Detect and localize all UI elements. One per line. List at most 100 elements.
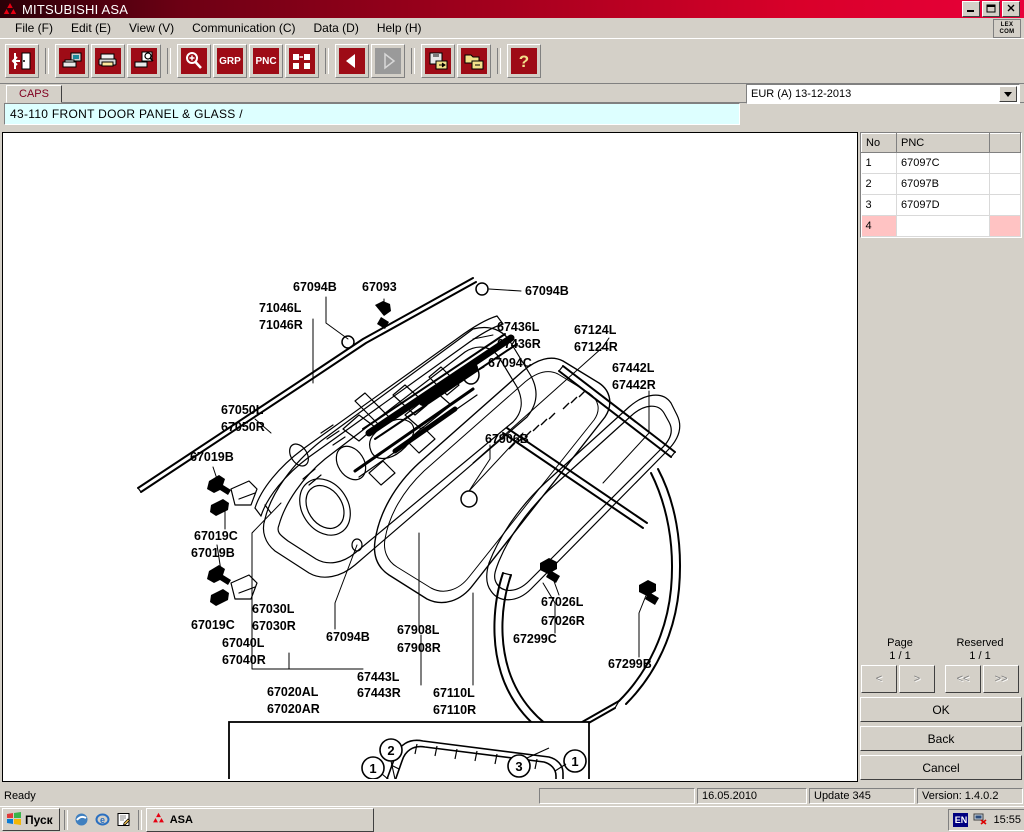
pnc-button[interactable]: PNC bbox=[249, 44, 283, 78]
diagram-label-18: 67030L bbox=[252, 602, 295, 616]
print-button[interactable] bbox=[91, 44, 125, 78]
menu-file[interactable]: File (F) bbox=[6, 19, 62, 37]
back-button[interactable]: Back bbox=[860, 726, 1022, 751]
first-page-button[interactable]: << bbox=[945, 665, 981, 693]
svg-text:?: ? bbox=[519, 52, 529, 71]
close-button[interactable] bbox=[1002, 1, 1020, 17]
floppy-disk-icon bbox=[425, 48, 451, 74]
windows-flag-icon bbox=[6, 811, 22, 829]
system-tray: EN 15:55 bbox=[948, 808, 1024, 831]
status-version: Version: 1.4.0.2 bbox=[917, 788, 1023, 804]
prev-page-button[interactable]: < bbox=[861, 665, 897, 693]
chevron-down-icon[interactable] bbox=[999, 86, 1017, 102]
diagram-label-32: 67026L bbox=[541, 595, 584, 609]
pnc-cell-pnc bbox=[896, 215, 990, 237]
pnc-header-extra[interactable] bbox=[989, 133, 1021, 153]
window-controls bbox=[962, 1, 1022, 17]
tile-icon bbox=[289, 48, 315, 74]
diagram-label-14: 67906B bbox=[485, 432, 529, 446]
lexcom-line1: LEX bbox=[1000, 21, 1014, 28]
printer-icon bbox=[95, 48, 121, 74]
zoom-button[interactable] bbox=[177, 44, 211, 78]
forward-button[interactable] bbox=[371, 44, 405, 78]
ok-button[interactable]: OK bbox=[860, 697, 1022, 722]
language-indicator[interactable]: EN bbox=[953, 812, 969, 827]
pager-panel: Page 1 / 1 Reserved 1 / 1 < > << >> OK B… bbox=[860, 635, 1022, 780]
print-preview-button[interactable] bbox=[127, 44, 161, 78]
next-page-button[interactable]: > bbox=[899, 665, 935, 693]
menu-data[interactable]: Data (D) bbox=[305, 19, 368, 37]
toolbar-separator bbox=[167, 48, 171, 74]
diagram-label-11: 67442R bbox=[612, 378, 656, 392]
maximize-button[interactable] bbox=[982, 1, 1000, 17]
last-page-button[interactable]: >> bbox=[983, 665, 1019, 693]
table-row[interactable]: 1 67097C bbox=[861, 152, 1021, 174]
status-blank bbox=[539, 788, 695, 804]
help-button[interactable]: ? bbox=[507, 44, 541, 78]
print-screen-button[interactable] bbox=[55, 44, 89, 78]
show-desktop-icon[interactable] bbox=[74, 812, 90, 828]
pnc-cell-no: 3 bbox=[861, 194, 897, 216]
menu-edit[interactable]: Edit (E) bbox=[62, 19, 120, 37]
parts-diagram[interactable]: 2 1 3 1 2 1 2 3 bbox=[2, 132, 858, 782]
diagram-label-0: 67094B bbox=[293, 280, 337, 294]
status-date: 16.05.2010 bbox=[697, 788, 807, 804]
diagram-label-12: 67050L bbox=[221, 403, 264, 417]
catalog-select[interactable]: EUR (A) 13-12-2013 bbox=[746, 84, 1020, 104]
table-row-selected[interactable]: 4 bbox=[861, 215, 1021, 237]
mitsubishi-logo-icon bbox=[151, 811, 166, 828]
svg-text:2: 2 bbox=[387, 743, 394, 758]
notepad-icon[interactable] bbox=[116, 812, 132, 828]
diagram-label-7: 67124L bbox=[574, 323, 617, 337]
quick-launch: e bbox=[72, 812, 134, 828]
diagram-label-29: 67443R bbox=[357, 686, 401, 700]
network-disconnected-icon[interactable] bbox=[973, 811, 988, 828]
page-label: Page bbox=[887, 637, 913, 649]
diagram-label-3: 71046R bbox=[259, 318, 303, 332]
diagram-label-33: 67026R bbox=[541, 614, 585, 628]
status-ready: Ready bbox=[4, 790, 36, 802]
diagram-label-9: 67094C bbox=[488, 356, 532, 370]
pnc-cell-extra bbox=[989, 152, 1021, 174]
table-row[interactable]: 3 67097D bbox=[861, 194, 1021, 216]
lexcom-logo: LEX COM bbox=[993, 19, 1021, 38]
arrow-left-icon bbox=[339, 48, 365, 74]
diagram-label-8: 67124R bbox=[574, 340, 618, 354]
diagram-label-1: 67093 bbox=[362, 280, 397, 294]
pnc-grid[interactable]: No PNC 1 67097C 2 67097B 3 67097D 4 bbox=[860, 132, 1022, 238]
diagram-label-group: 67094B 67093 71046L 71046R 67094B 67436L… bbox=[190, 280, 656, 717]
menu-communication[interactable]: Communication (C) bbox=[183, 19, 304, 37]
back-button[interactable] bbox=[335, 44, 369, 78]
magnifier-icon bbox=[181, 48, 207, 74]
print-screen-icon bbox=[59, 48, 85, 74]
cancel-button[interactable]: Cancel bbox=[860, 755, 1022, 780]
internet-explorer-icon[interactable]: e bbox=[95, 812, 111, 828]
diagram-label-26: 67020AL bbox=[267, 685, 319, 699]
grp-icon: GRP bbox=[217, 48, 243, 74]
pager-buttons: < > << >> bbox=[860, 665, 1020, 693]
question-mark-icon: ? bbox=[511, 48, 537, 74]
start-button[interactable]: Пуск bbox=[2, 808, 60, 831]
tile-button[interactable] bbox=[285, 44, 319, 78]
toolbar-separator bbox=[497, 48, 501, 74]
svg-text:e: e bbox=[100, 815, 105, 825]
pnc-header-no[interactable]: No bbox=[861, 133, 897, 153]
menu-help[interactable]: Help (H) bbox=[368, 19, 431, 37]
minimize-button[interactable] bbox=[962, 1, 980, 17]
save-button[interactable] bbox=[421, 44, 455, 78]
tab-caps[interactable]: CAPS bbox=[6, 85, 62, 103]
diagram-label-4: 67094B bbox=[525, 284, 569, 298]
pnc-header-pnc[interactable]: PNC bbox=[896, 133, 990, 153]
svg-text:3: 3 bbox=[515, 759, 522, 774]
diagram-label-23: 67094B bbox=[326, 630, 370, 644]
svg-text:1: 1 bbox=[369, 761, 376, 776]
group-button[interactable]: GRP bbox=[213, 44, 247, 78]
table-row[interactable]: 2 67097B bbox=[861, 173, 1021, 195]
diagram-label-25: 67908R bbox=[397, 641, 441, 655]
taskbar-task-asa[interactable]: ASA bbox=[145, 807, 374, 832]
exit-button[interactable] bbox=[5, 44, 39, 78]
taskbar-separator bbox=[137, 809, 142, 830]
menu-view[interactable]: View (V) bbox=[120, 19, 183, 37]
open-button[interactable] bbox=[457, 44, 491, 78]
pnc-cell-pnc: 67097C bbox=[896, 152, 990, 174]
